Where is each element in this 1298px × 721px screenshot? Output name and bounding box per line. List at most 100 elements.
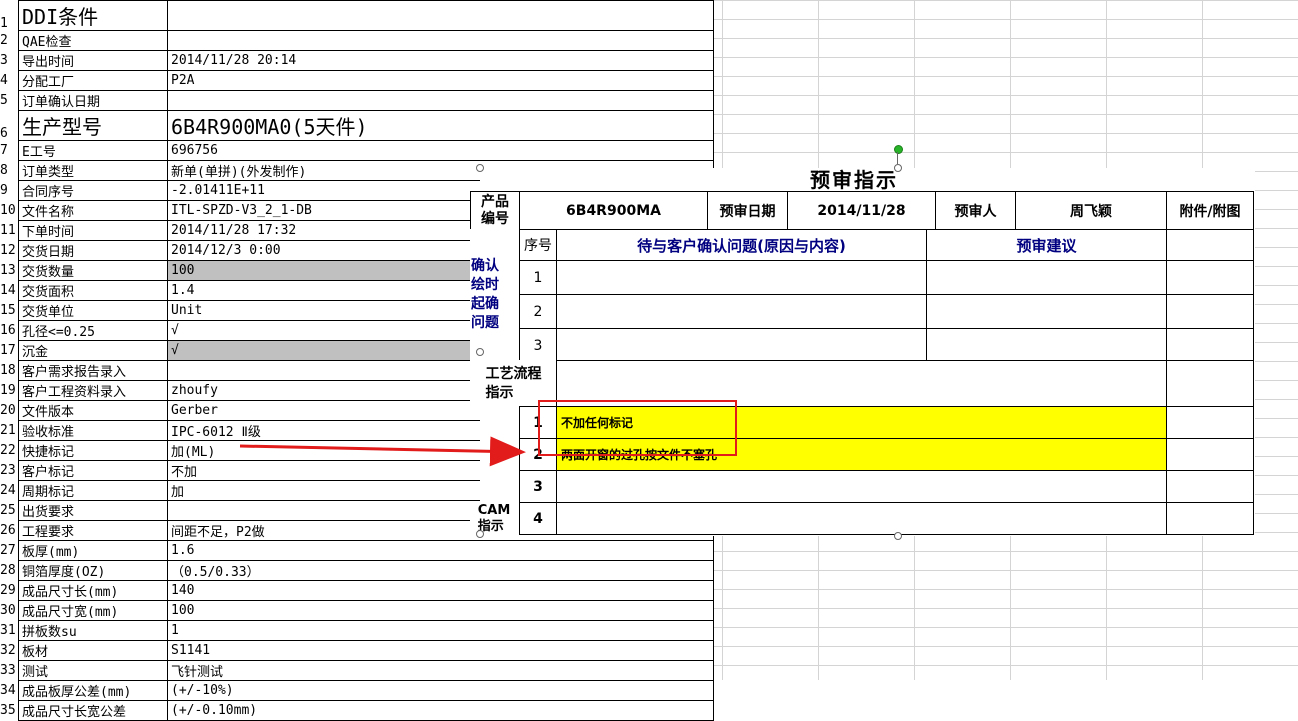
field-value[interactable]: P2A xyxy=(167,70,714,91)
field-label[interactable]: E工号 xyxy=(18,140,168,161)
field-value[interactable]: 100 xyxy=(167,600,714,621)
row-number[interactable]: 2 xyxy=(0,30,19,51)
field-label[interactable]: 下单时间 xyxy=(18,220,168,241)
field-label[interactable]: DDI条件 xyxy=(18,0,168,31)
confirm-suggestion-cell[interactable] xyxy=(926,328,1167,363)
field-label[interactable]: 成品尺寸长宽公差 xyxy=(18,700,168,721)
field-value[interactable]: 140 xyxy=(167,580,714,601)
confirm-issue-cell[interactable] xyxy=(556,294,927,329)
field-value[interactable]: S1141 xyxy=(167,640,714,661)
field-label[interactable]: 成品尺寸长(mm) xyxy=(18,580,168,601)
row-number[interactable]: 30 xyxy=(0,600,19,621)
field-label[interactable]: 交货面积 xyxy=(18,280,168,301)
row-number[interactable]: 26 xyxy=(0,520,19,541)
field-value[interactable]: 1 xyxy=(167,620,714,641)
row-number[interactable]: 28 xyxy=(0,560,19,581)
row-number[interactable]: 3 xyxy=(0,50,19,71)
confirm-issue-cell[interactable] xyxy=(556,328,927,363)
field-label[interactable]: 孔径<=0.25 xyxy=(18,320,168,341)
cam-attach-cell[interactable] xyxy=(1166,470,1254,503)
row-number[interactable]: 32 xyxy=(0,640,19,661)
row-number[interactable]: 25 xyxy=(0,500,19,521)
field-value[interactable] xyxy=(167,30,714,51)
field-label[interactable]: 验收标准 xyxy=(18,420,168,441)
resize-handle[interactable] xyxy=(894,532,902,540)
row-number[interactable]: 23 xyxy=(0,460,19,481)
field-value[interactable]: (+/-0.10mm) xyxy=(167,700,714,721)
row-number[interactable]: 22 xyxy=(0,440,19,461)
row-number[interactable]: 10 xyxy=(0,200,19,221)
field-label[interactable]: 订单确认日期 xyxy=(18,90,168,111)
row-number[interactable]: 8 xyxy=(0,160,19,181)
field-label[interactable]: 客户标记 xyxy=(18,460,168,481)
reviewer-value[interactable]: 周飞颖 xyxy=(1015,191,1167,230)
product-number-value[interactable]: 6B4R900MA xyxy=(519,191,708,230)
field-label[interactable]: 生产型号 xyxy=(18,110,168,141)
cam-attach-cell[interactable] xyxy=(1166,502,1254,535)
row-number[interactable]: 35 xyxy=(0,700,19,721)
field-label[interactable]: 交货日期 xyxy=(18,240,168,261)
resize-handle[interactable] xyxy=(476,348,484,356)
field-label[interactable]: 订单类型 xyxy=(18,160,168,181)
row-number[interactable]: 27 xyxy=(0,540,19,561)
process-flow-attach[interactable] xyxy=(1166,360,1254,407)
resize-handle[interactable] xyxy=(476,164,484,172)
resize-handle[interactable] xyxy=(476,530,484,538)
row-number[interactable]: 11 xyxy=(0,220,19,241)
field-label[interactable]: 沉金 xyxy=(18,340,168,361)
field-label[interactable]: 铜箔厚度(OZ) xyxy=(18,560,168,581)
field-label[interactable]: 客户工程资料录入 xyxy=(18,380,168,401)
row-number[interactable]: 9 xyxy=(0,180,19,201)
row-number[interactable]: 14 xyxy=(0,280,19,301)
row-number[interactable]: 16 xyxy=(0,320,19,341)
row-number[interactable]: 4 xyxy=(0,70,19,91)
row-number[interactable]: 24 xyxy=(0,480,19,501)
field-label[interactable]: 板厚(mm) xyxy=(18,540,168,561)
row-number[interactable]: 15 xyxy=(0,300,19,321)
row-number[interactable]: 18 xyxy=(0,360,19,381)
field-label[interactable]: QAE检查 xyxy=(18,30,168,51)
field-label[interactable]: 周期标记 xyxy=(18,480,168,501)
row-number[interactable]: 5 xyxy=(0,90,19,111)
confirm-suggestion-cell[interactable] xyxy=(926,260,1167,295)
field-value[interactable]: 飞针测试 xyxy=(167,660,714,681)
field-value[interactable] xyxy=(167,0,714,31)
row-number[interactable]: 29 xyxy=(0,580,19,601)
field-label[interactable]: 导出时间 xyxy=(18,50,168,71)
row-number[interactable]: 1 xyxy=(0,0,19,31)
field-value[interactable]: 1.6 xyxy=(167,540,714,561)
field-label[interactable]: 合同序号 xyxy=(18,180,168,201)
field-label[interactable]: 成品尺寸宽(mm) xyxy=(18,600,168,621)
row-number[interactable]: 13 xyxy=(0,260,19,281)
field-label[interactable]: 工程要求 xyxy=(18,520,168,541)
flow-attach-cell[interactable] xyxy=(1166,438,1254,471)
row-number[interactable]: 21 xyxy=(0,420,19,441)
flow-attach-cell[interactable] xyxy=(1166,406,1254,439)
row-number[interactable]: 6 xyxy=(0,110,19,141)
review-date-value[interactable]: 2014/11/28 xyxy=(787,191,936,230)
field-label[interactable]: 拼板数su xyxy=(18,620,168,641)
resize-handle[interactable] xyxy=(894,164,902,172)
confirm-issue-cell[interactable] xyxy=(556,260,927,295)
field-label[interactable]: 测试 xyxy=(18,660,168,681)
confirm-attach-cell[interactable] xyxy=(1166,260,1254,295)
field-value[interactable]: 6B4R900MA0(5天件) xyxy=(167,110,714,141)
rotate-handle[interactable] xyxy=(894,145,903,154)
field-value[interactable]: (+/-10%) xyxy=(167,680,714,701)
field-label[interactable]: 文件名称 xyxy=(18,200,168,221)
cam-instruction-cell[interactable] xyxy=(556,502,1167,535)
field-label[interactable]: 成品板厚公差(mm) xyxy=(18,680,168,701)
field-label[interactable]: 交货单位 xyxy=(18,300,168,321)
confirm-attach-cell[interactable] xyxy=(1166,294,1254,329)
row-number[interactable]: 20 xyxy=(0,400,19,421)
row-number[interactable]: 33 xyxy=(0,660,19,681)
field-label[interactable]: 板材 xyxy=(18,640,168,661)
field-value[interactable] xyxy=(167,90,714,111)
field-label[interactable]: 交货数量 xyxy=(18,260,168,281)
field-label[interactable]: 客户需求报告录入 xyxy=(18,360,168,381)
row-number[interactable]: 31 xyxy=(0,620,19,641)
confirm-suggestion-cell[interactable] xyxy=(926,294,1167,329)
row-number[interactable]: 34 xyxy=(0,680,19,701)
cam-instruction-cell[interactable] xyxy=(556,470,1167,503)
field-label[interactable]: 分配工厂 xyxy=(18,70,168,91)
